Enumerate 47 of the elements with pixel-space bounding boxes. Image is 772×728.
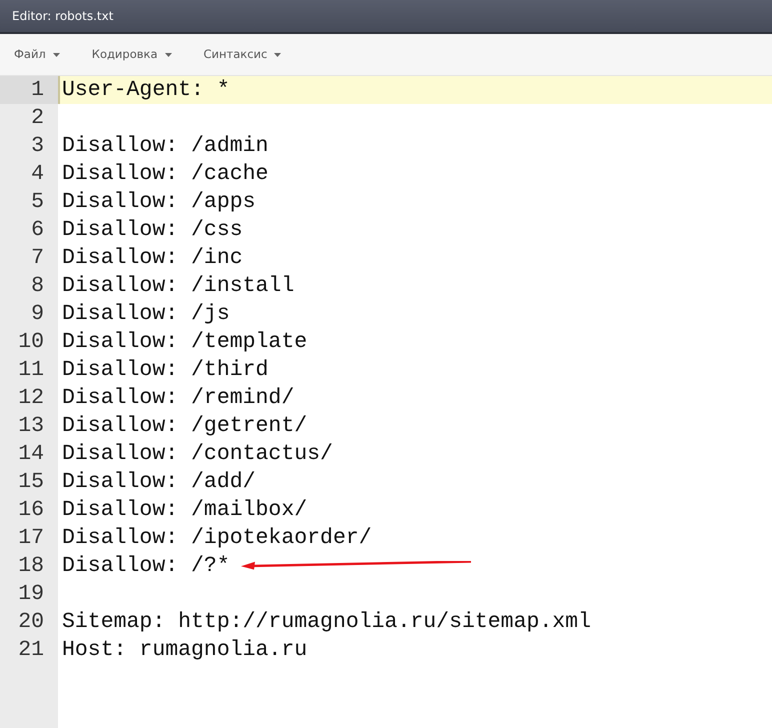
code-line: Disallow: /ipotekaorder/ [62, 526, 372, 550]
line-number: 8 [30, 273, 45, 300]
code-line: Disallow: /cache [62, 162, 268, 186]
caret-icon [52, 52, 60, 56]
line-number: 9 [30, 301, 45, 328]
line-number: 11 [17, 357, 45, 384]
code-line: Disallow: /?* [62, 554, 230, 578]
code-line: Disallow: /template [62, 330, 308, 354]
line-number: 18 [17, 553, 45, 580]
line-number: 15 [17, 469, 45, 496]
line-number: 20 [17, 609, 45, 636]
menu-button[interactable]: Кодировка [92, 46, 172, 64]
code-line: Disallow: /js [62, 302, 230, 326]
code-line: Disallow: /css [62, 218, 243, 242]
code-line: Disallow: /mailbox/ [62, 498, 308, 522]
line-number: 12 [17, 385, 45, 412]
line-number: 7 [30, 245, 45, 272]
line-number: 2 [30, 105, 45, 132]
menu-button[interactable]: Файл [14, 46, 60, 64]
code-line: Sitemap: http://rumagnolia.ru/sitemap.xml [62, 610, 591, 634]
code-line: Disallow: /remind/ [62, 386, 294, 410]
caret-icon [164, 52, 172, 56]
code-line: User-Agent: * [62, 78, 230, 102]
code-line: Disallow: /apps [62, 190, 256, 214]
code-line: Disallow: /getrent/ [62, 414, 308, 438]
line-number: 17 [17, 525, 45, 552]
menu-button[interactable]: Синтаксис [204, 46, 282, 64]
code-line: Disallow: /admin [62, 134, 268, 158]
line-number: 3 [30, 133, 45, 160]
code-line: Disallow: /contactus/ [62, 442, 333, 466]
line-number: 1 [0, 76, 58, 104]
window-title: Editor: robots.txt [12, 8, 114, 25]
code-line: Host: rumagnolia.ru [62, 638, 308, 662]
caret-icon [274, 52, 282, 56]
line-number: 13 [17, 413, 45, 440]
line-number: 6 [30, 217, 45, 244]
line-number: 10 [17, 329, 45, 356]
code-line: Disallow: /inc [62, 246, 243, 270]
line-number: 21 [17, 637, 45, 664]
code-line: Disallow: /third [62, 358, 268, 382]
line-number: 19 [17, 581, 45, 608]
line-number: 4 [30, 161, 45, 188]
code-line: Disallow: /install [62, 274, 294, 298]
code-line: Disallow: /add/ [62, 470, 256, 494]
line-number: 16 [17, 497, 45, 524]
line-number: 14 [17, 441, 45, 468]
line-number: 5 [30, 189, 45, 216]
